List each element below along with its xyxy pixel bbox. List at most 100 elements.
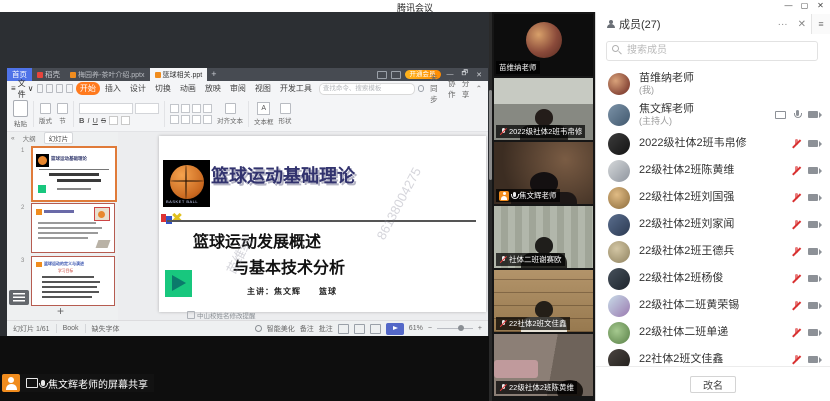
reading-view-icon[interactable] xyxy=(370,324,381,334)
new-tab-button[interactable]: + xyxy=(207,68,220,81)
align-text-button[interactable]: 对齐文本 xyxy=(217,103,243,125)
video-tile-6[interactable]: 22级社体2班陈黄维 xyxy=(494,334,593,396)
current-slide[interactable]: BASKET BALL 篮球运动基础理论 篮球运动发展概述 与基本技术分析 主讲… xyxy=(159,136,486,312)
member-row-2[interactable]: 焦文辉老师(主持人) xyxy=(596,99,830,130)
menu-item-视图[interactable]: 视图 xyxy=(251,82,275,95)
person-silhouette xyxy=(535,301,553,318)
font-color-icon[interactable] xyxy=(109,116,118,125)
slide-number: 1 xyxy=(21,148,24,154)
video-tile-2[interactable]: 2022级社体2班韦帛修 xyxy=(494,78,593,140)
comments-button[interactable]: 批注 xyxy=(319,324,333,334)
video-tile-3[interactable]: 焦文辉老师 xyxy=(494,142,593,204)
minimize-button[interactable]: — xyxy=(781,0,796,12)
normal-view-icon[interactable] xyxy=(338,324,349,334)
underline-button[interactable]: U xyxy=(93,116,98,125)
close-button[interactable]: ✕ xyxy=(813,0,828,12)
rename-button[interactable]: 改名 xyxy=(690,376,736,393)
layout-button[interactable]: 版式 xyxy=(39,103,52,125)
strikethrough-button[interactable]: S xyxy=(101,116,106,125)
member-row-3[interactable]: 2022级社体2班韦帛修 xyxy=(596,130,830,157)
mic-muted-icon xyxy=(791,328,801,338)
member-row-11[interactable]: 22社体2班文佳鑫 xyxy=(596,346,830,367)
member-row-8[interactable]: 22级社体2班杨俊 xyxy=(596,265,830,292)
maximize-button[interactable]: ▢ xyxy=(797,0,812,12)
zoom-slider[interactable] xyxy=(437,328,473,330)
slide-sorter-button[interactable] xyxy=(9,290,29,305)
menu-item-开始[interactable]: 开始 xyxy=(76,82,100,95)
textbox-button[interactable]: A 文本框 xyxy=(254,102,274,126)
document-tab-1[interactable]: 梅园养-茶叶介绍.pptx xyxy=(65,68,150,81)
slide-thumbnail-3[interactable]: 篮球运动的定义与演进 学习目标 xyxy=(31,256,115,306)
video-tile-4[interactable]: 社体二班谢赛欧 xyxy=(494,206,593,268)
video-strip: 苗维纳老师 2022级社体2班韦帛修焦文辉老师社体二班谢赛欧 22社体2班文佳鑫 22… xyxy=(489,12,595,401)
basketball-image: BASKET BALL xyxy=(163,160,210,207)
highlight-color-icon[interactable] xyxy=(121,116,130,125)
avatar xyxy=(608,214,630,236)
avatar xyxy=(608,73,630,95)
member-search-input[interactable] xyxy=(606,41,818,61)
tab-outline[interactable]: 大纲 xyxy=(19,133,40,143)
wps-menu-bar: ≡ 文件 ∨ 开始插入设计切换动画放映审阅视图开发工具 未同步 协作 分享 ⌃ xyxy=(7,81,488,96)
collapse-ribbon-icon[interactable]: ⌃ xyxy=(476,84,482,93)
zoom-out-button[interactable]: − xyxy=(428,325,432,332)
sorter-view-icon[interactable] xyxy=(354,324,365,334)
slide-thumbnail-2[interactable] xyxy=(31,203,115,253)
menu-item-放映[interactable]: 放映 xyxy=(201,82,225,95)
slide-title: 篮球运动基础理论 xyxy=(211,162,355,188)
slideshow-button[interactable] xyxy=(386,323,404,335)
wps-docer-tab[interactable]: 稻壳 xyxy=(32,68,65,81)
member-row-10[interactable]: 22级社体二班单递 xyxy=(596,319,830,346)
menu-item-切换[interactable]: 切换 xyxy=(151,82,175,95)
menu-item-插入[interactable]: 插入 xyxy=(101,82,125,95)
member-row-9[interactable]: 22级社体二班黄荣锡 xyxy=(596,292,830,319)
notes-button[interactable]: 备注 xyxy=(300,324,314,334)
menu-item-审阅[interactable]: 审阅 xyxy=(226,82,250,95)
beautify-button[interactable]: 智能美化 xyxy=(267,324,295,334)
video-name-label: 苗维纳老师 xyxy=(496,61,540,74)
watermark: 86138004275 xyxy=(373,165,424,242)
split-view-icon[interactable] xyxy=(377,71,387,79)
print-icon[interactable] xyxy=(46,84,53,93)
paste-button[interactable]: 粘贴 xyxy=(13,100,28,128)
bold-button[interactable]: B xyxy=(79,116,84,125)
shape-button[interactable]: 形状 xyxy=(279,103,292,125)
add-slide-button[interactable]: + xyxy=(57,304,64,318)
video-name-label: 22社体2班文佳鑫 xyxy=(496,317,570,330)
collapse-panel-icon[interactable]: « xyxy=(11,135,15,142)
slide-thumbnail-1[interactable]: 篮球运动基础理论 xyxy=(31,146,117,202)
camera-icon xyxy=(808,302,818,309)
save-icon[interactable] xyxy=(37,84,44,93)
screen-share-banner[interactable]: 焦文辉老师的屏幕共享 xyxy=(2,374,154,392)
italic-button[interactable]: I xyxy=(87,116,89,125)
member-row-4[interactable]: 22级社体2班陈黄维 xyxy=(596,157,830,184)
document-tab-2[interactable]: 篮球相关.ppt xyxy=(150,68,208,81)
menu-item-设计[interactable]: 设计 xyxy=(126,82,150,95)
member-row-6[interactable]: 22级社体2班刘家闻 xyxy=(596,211,830,238)
font-name-select[interactable] xyxy=(79,103,133,114)
paragraph-tools[interactable] xyxy=(170,104,212,124)
panel-menu-button[interactable]: ≡ xyxy=(811,14,830,34)
members-close-button[interactable]: ✕ xyxy=(793,19,811,30)
section-button[interactable]: 节 xyxy=(57,103,68,125)
menu-item-开发工具[interactable]: 开发工具 xyxy=(276,82,316,95)
member-row-1[interactable]: 苗维纳老师(我) xyxy=(596,68,830,99)
mic-muted-icon xyxy=(791,139,801,149)
beautify-icon xyxy=(255,325,262,332)
font-size-select[interactable] xyxy=(135,103,159,114)
undo-icon[interactable] xyxy=(56,84,63,93)
zoom-in-button[interactable]: + xyxy=(478,325,482,332)
menu-item-动画[interactable]: 动画 xyxy=(176,82,200,95)
grid-view-icon[interactable] xyxy=(391,71,401,79)
member-row-7[interactable]: 22级社体2班王德兵 xyxy=(596,238,830,265)
members-panel: 成员(27) ··· ✕ ≡ 苗维纳老师(我)焦文辉老师(主持人)2022级社体… xyxy=(595,12,830,401)
video-name-label: 焦文辉老师 xyxy=(496,189,560,202)
video-tile-5[interactable]: 22社体2班文佳鑫 xyxy=(494,270,593,332)
member-row-5[interactable]: 22级社体2班刘国强 xyxy=(596,184,830,211)
missing-font-warning[interactable]: 缺失字体 xyxy=(92,324,120,334)
video-tile-1[interactable]: 苗维纳老师 xyxy=(494,14,593,76)
members-more-button[interactable]: ··· xyxy=(773,19,793,30)
tab-slides[interactable]: 幻灯片 xyxy=(44,132,74,144)
redo-icon[interactable] xyxy=(66,84,73,93)
video-strip-scrollbar[interactable] xyxy=(489,12,492,401)
command-search-input[interactable] xyxy=(319,83,415,95)
